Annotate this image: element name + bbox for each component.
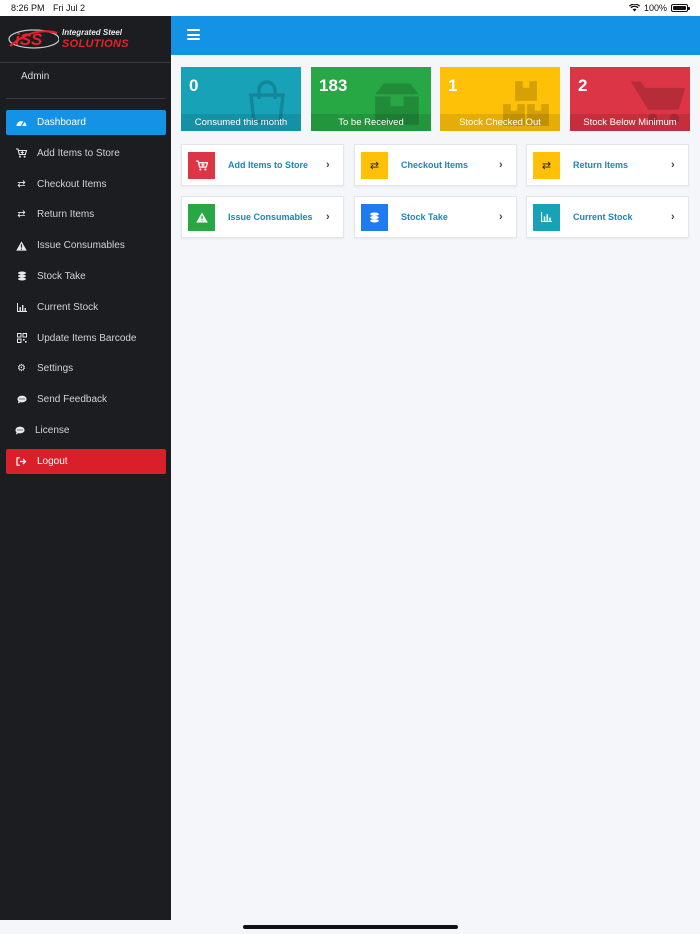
sidebar-item-return-items[interactable]: ⇄ Return Items	[6, 202, 166, 227]
tile-label: Issue Consumables	[228, 212, 313, 222]
sidebar: iSS Integrated Steel SOLUTIONS Admin Das…	[0, 16, 171, 920]
sidebar-item-update-barcode[interactable]: Update Items Barcode	[6, 326, 166, 351]
stat-label: Consumed this month	[181, 114, 301, 131]
brand-line-1: Integrated Steel	[62, 28, 123, 37]
sidebar-item-current-stock[interactable]: Current Stock	[6, 295, 166, 320]
sidebar-item-label: Stock Take	[37, 270, 86, 282]
sidebar-item-settings[interactable]: ⚙ Settings	[6, 356, 166, 381]
dashboard-icon	[15, 116, 28, 129]
sidebar-item-label: Return Items	[37, 209, 95, 221]
tile-label: Stock Take	[401, 212, 448, 222]
stat-label: Stock Below Minimum	[570, 114, 690, 131]
chevron-right-icon: ›	[499, 159, 503, 171]
sidebar-item-label: Update Items Barcode	[37, 332, 137, 344]
tile-stock-take[interactable]: Stock Take ›	[354, 196, 517, 238]
sidebar-nav: Dashboard Add Items to Store ⇄ Checkout …	[6, 110, 166, 480]
home-indicator[interactable]	[243, 925, 458, 929]
stat-card-consumed[interactable]: 0 Consumed this month	[181, 67, 301, 131]
sidebar-item-checkout-items[interactable]: ⇄ Checkout Items	[6, 172, 166, 197]
status-bar: 8:26 PM Fri Jul 2 100%	[0, 0, 700, 16]
chevron-right-icon: ›	[671, 211, 675, 223]
chevron-right-icon: ›	[326, 159, 330, 171]
brand-logo[interactable]: iSS Integrated Steel SOLUTIONS	[0, 16, 171, 63]
chevron-right-icon: ›	[326, 211, 330, 223]
tile-checkout-items[interactable]: ⇄ Checkout Items ›	[354, 144, 517, 186]
status-date: Fri Jul 2	[53, 3, 86, 13]
coins-icon	[15, 270, 28, 283]
wifi-icon	[628, 4, 640, 12]
status-time: 8:26 PM	[11, 3, 45, 13]
bar-chart-icon	[15, 301, 28, 314]
sidebar-item-label: License	[35, 424, 70, 436]
sidebar-item-add-items[interactable]: Add Items to Store	[6, 141, 166, 166]
stat-value: 183	[319, 76, 348, 95]
comment-icon	[13, 424, 26, 437]
warning-icon	[188, 203, 215, 231]
tile-label: Return Items	[573, 160, 629, 170]
tile-add-items-to-store[interactable]: Add Items to Store ›	[181, 144, 344, 186]
brand-line-2: SOLUTIONS	[62, 38, 129, 50]
exchange-icon: ⇄	[17, 209, 26, 221]
chevron-right-icon: ›	[499, 211, 503, 223]
exchange-icon: ⇄	[17, 178, 26, 190]
tile-issue-consumables[interactable]: Issue Consumables ›	[181, 196, 344, 238]
stat-value: 2	[578, 76, 588, 95]
qrcode-icon	[15, 332, 28, 345]
user-name: Admin	[21, 71, 50, 82]
sign-out-icon	[15, 455, 28, 468]
coins-icon	[361, 203, 388, 231]
stat-card-to-be-received[interactable]: 183 To be Received	[311, 67, 431, 131]
top-bar	[171, 16, 700, 55]
sidebar-item-label: Settings	[37, 363, 74, 375]
stat-card-checked-out[interactable]: 1 Stock Checked Out	[440, 67, 560, 131]
sidebar-item-label: Logout	[37, 455, 68, 467]
comment-icon	[15, 393, 28, 406]
cart-plus-icon	[188, 151, 215, 179]
sidebar-item-dashboard[interactable]: Dashboard	[6, 110, 166, 135]
sidebar-item-label: Add Items to Store	[37, 147, 120, 159]
tile-label: Add Items to Store	[228, 160, 309, 170]
chevron-right-icon: ›	[671, 159, 675, 171]
cart-plus-icon	[15, 147, 28, 160]
warning-icon	[15, 239, 28, 252]
sidebar-item-send-feedback[interactable]: Send Feedback	[6, 387, 166, 412]
sidebar-item-label: Current Stock	[37, 301, 99, 313]
battery-percent: 100%	[643, 3, 667, 13]
iss-logo-icon: iSS	[8, 29, 59, 49]
tile-label: Checkout Items	[401, 160, 469, 170]
exchange-icon: ⇄	[533, 151, 560, 179]
sidebar-item-license[interactable]: License	[6, 418, 166, 443]
tile-current-stock[interactable]: Current Stock ›	[526, 196, 689, 238]
bar-chart-icon	[533, 203, 560, 231]
stat-label: To be Received	[311, 114, 431, 131]
svg-text:iSS: iSS	[15, 30, 43, 49]
battery-icon	[671, 4, 690, 12]
stat-value: 0	[189, 76, 199, 95]
tile-label: Current Stock	[573, 212, 633, 222]
sidebar-item-label: Dashboard	[37, 117, 86, 128]
exchange-icon: ⇄	[361, 151, 388, 179]
gear-icon: ⚙	[17, 363, 26, 375]
sidebar-item-label: Send Feedback	[37, 394, 108, 406]
sidebar-item-issue-consumables[interactable]: Issue Consumables	[6, 233, 166, 258]
menu-toggle-icon[interactable]	[187, 29, 200, 40]
logout-button[interactable]: Logout	[6, 448, 166, 474]
sidebar-item-stock-take[interactable]: Stock Take	[6, 264, 166, 289]
stat-value: 1	[448, 76, 458, 95]
tile-return-items[interactable]: ⇄ Return Items ›	[526, 144, 689, 186]
sidebar-item-label: Issue Consumables	[37, 240, 125, 252]
stat-label: Stock Checked Out	[440, 114, 560, 131]
stat-card-below-minimum[interactable]: 2 Stock Below Minimum	[570, 67, 690, 131]
user-panel: Admin	[6, 63, 165, 99]
sidebar-item-label: Checkout Items	[37, 178, 107, 190]
